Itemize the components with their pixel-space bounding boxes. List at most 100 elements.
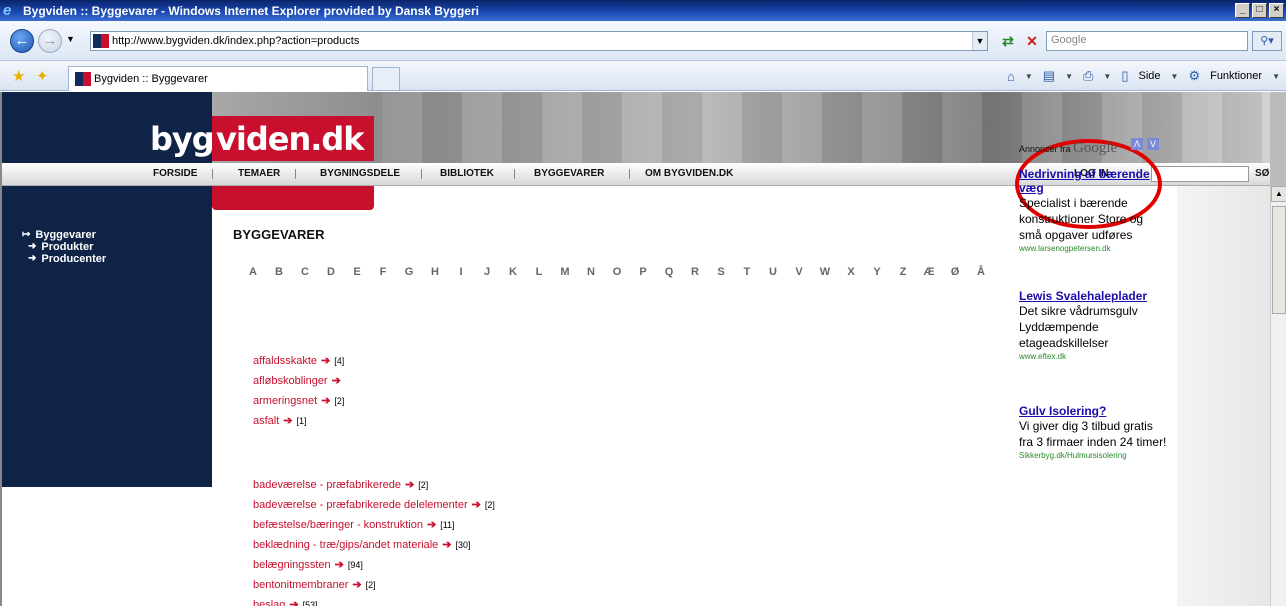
product-link[interactable]: asfalt bbox=[253, 415, 279, 427]
feeds-icon[interactable]: ▤ bbox=[1043, 68, 1055, 84]
site-search-button[interactable]: SØG bbox=[1255, 168, 1270, 179]
ad-title-link[interactable]: Gulv Isolering? bbox=[1019, 404, 1169, 418]
side-menu[interactable]: Side bbox=[1138, 70, 1160, 82]
letter-filter-link[interactable]: Z bbox=[896, 266, 910, 278]
forward-button[interactable]: → bbox=[38, 29, 62, 53]
letter-filter-link[interactable]: P bbox=[636, 266, 650, 278]
letter-filter-link[interactable]: L bbox=[532, 266, 546, 278]
print-dropdown-icon[interactable]: ▼ bbox=[1103, 72, 1111, 81]
search-input[interactable]: Google bbox=[1046, 31, 1248, 51]
letter-filter-link[interactable]: W bbox=[818, 266, 832, 278]
product-link[interactable]: beklædning - træ/gips/andet materiale bbox=[253, 539, 438, 551]
ad-title-link[interactable]: Lewis Svalehaleplader bbox=[1019, 289, 1169, 303]
product-row[interactable]: befæstelse/bæringer - konstruktion ➔ [11] bbox=[253, 515, 495, 535]
product-link[interactable]: badeværelse - præfabrikerede bbox=[253, 479, 401, 491]
close-button[interactable]: × bbox=[1269, 3, 1284, 18]
back-button[interactable]: ← bbox=[10, 29, 34, 53]
logo-byg[interactable]: byg bbox=[150, 120, 215, 158]
address-input[interactable]: http://www.bygviden.dk/index.php?action=… bbox=[112, 35, 972, 47]
letter-filter-link[interactable]: G bbox=[402, 266, 416, 278]
letter-filter-link[interactable]: B bbox=[272, 266, 286, 278]
product-row[interactable]: badeværelse - præfabrikerede delelemente… bbox=[253, 495, 495, 515]
letter-filter-link[interactable]: H bbox=[428, 266, 442, 278]
sidebar-item-byggevarer[interactable]: ↦ Byggevarer bbox=[22, 229, 106, 241]
ad-url[interactable]: www.larsenogpetersen.dk bbox=[1019, 243, 1169, 254]
product-link[interactable]: afløbskoblinger bbox=[253, 375, 328, 387]
sidebar-item-produkter[interactable]: ➜ Produkter bbox=[22, 241, 106, 253]
letter-filter-link[interactable]: I bbox=[454, 266, 468, 278]
letter-filter-link[interactable]: Ø bbox=[948, 266, 962, 278]
ad-item[interactable]: Nedrivning af bærende væg Specialist i b… bbox=[1019, 167, 1169, 254]
funktioner-menu[interactable]: Funktioner bbox=[1210, 70, 1262, 82]
product-link[interactable]: armeringsnet bbox=[253, 395, 317, 407]
letter-filter-link[interactable]: E bbox=[350, 266, 364, 278]
ad-url[interactable]: Sikkerbyg.dk/Hulmursisolering bbox=[1019, 450, 1169, 461]
letter-filter-link[interactable]: K bbox=[506, 266, 520, 278]
nav-bygningsdele[interactable]: BYGNINGSDELE bbox=[320, 168, 400, 179]
sidebar-item-producenter[interactable]: ➜ Producenter bbox=[22, 253, 106, 265]
add-favorites-icon[interactable]: ✦ bbox=[36, 67, 49, 85]
product-link[interactable]: affaldsskakte bbox=[253, 355, 317, 367]
vertical-scrollbar[interactable]: ▲ bbox=[1270, 186, 1286, 606]
minimize-button[interactable]: _ bbox=[1235, 3, 1250, 18]
product-row[interactable]: beklædning - træ/gips/andet materiale ➔ [3… bbox=[253, 535, 495, 555]
nav-temaer[interactable]: TEMAER bbox=[238, 168, 280, 179]
ad-next-icon[interactable]: V bbox=[1147, 138, 1159, 150]
ad-item[interactable]: Lewis Svalehaleplader Det sikre vådrumsg… bbox=[1019, 289, 1169, 362]
product-row[interactable]: badeværelse - præfabrikerede ➔ [2] bbox=[253, 475, 495, 495]
nav-byggevarer[interactable]: BYGGEVARER bbox=[534, 168, 604, 179]
funktioner-dropdown-icon[interactable]: ▼ bbox=[1272, 72, 1280, 81]
nav-forside[interactable]: FORSIDE bbox=[153, 168, 197, 179]
letter-filter-link[interactable]: A bbox=[246, 266, 260, 278]
product-link[interactable]: beslag bbox=[253, 599, 285, 606]
ad-prev-icon[interactable]: Λ bbox=[1131, 138, 1143, 150]
ad-url[interactable]: www.eftex.dk bbox=[1019, 351, 1169, 362]
letter-filter-link[interactable]: F bbox=[376, 266, 390, 278]
address-bar[interactable]: http://www.bygviden.dk/index.php?action=… bbox=[90, 31, 988, 51]
maximize-button[interactable]: □ bbox=[1252, 3, 1267, 18]
tab-bygviden[interactable]: Bygviden :: Byggevarer bbox=[68, 66, 368, 91]
letter-filter-link[interactable]: J bbox=[480, 266, 494, 278]
letter-filter-link[interactable]: X bbox=[844, 266, 858, 278]
product-row[interactable]: bentonitmembraner ➔ [2] bbox=[253, 575, 495, 595]
letter-filter-link[interactable]: C bbox=[298, 266, 312, 278]
product-link[interactable]: badeværelse - præfabrikerede delelemente… bbox=[253, 499, 468, 511]
letter-filter-link[interactable]: Æ bbox=[922, 266, 936, 278]
letter-filter-link[interactable]: N bbox=[584, 266, 598, 278]
product-row[interactable]: belægningssten ➔ [94] bbox=[253, 555, 495, 575]
print-icon[interactable]: ⎙ bbox=[1083, 68, 1093, 84]
nav-bibliotek[interactable]: BIBLIOTEK bbox=[440, 168, 494, 179]
new-tab-button[interactable] bbox=[372, 67, 400, 91]
history-dropdown-icon[interactable]: ▼ bbox=[66, 34, 75, 44]
letter-filter-link[interactable]: R bbox=[688, 266, 702, 278]
letter-filter-link[interactable]: O bbox=[610, 266, 624, 278]
product-row[interactable]: armeringsnet ➔ [2] bbox=[253, 391, 345, 411]
letter-filter-link[interactable]: U bbox=[766, 266, 780, 278]
product-link[interactable]: befæstelse/bæringer - konstruktion bbox=[253, 519, 423, 531]
letter-filter-link[interactable]: T bbox=[740, 266, 754, 278]
nav-om-bygviden[interactable]: OM BYGVIDEN.DK bbox=[645, 168, 733, 179]
home-dropdown-icon[interactable]: ▼ bbox=[1025, 72, 1033, 81]
letter-filter-link[interactable]: Å bbox=[974, 266, 988, 278]
product-link[interactable]: belægningssten bbox=[253, 559, 331, 571]
product-row[interactable]: beslag ➔ [53] bbox=[253, 595, 495, 606]
product-row[interactable]: afløbskoblinger ➔ bbox=[253, 371, 345, 391]
google-logo[interactable]: Google bbox=[1073, 140, 1117, 156]
ad-item[interactable]: Gulv Isolering? Vi giver dig 3 tilbud gr… bbox=[1019, 404, 1169, 461]
search-button[interactable]: ⚲▾ bbox=[1252, 31, 1282, 51]
product-row[interactable]: asfalt ➔ [1] bbox=[253, 411, 345, 431]
stop-button[interactable]: ✕ bbox=[1022, 31, 1042, 51]
scroll-thumb[interactable] bbox=[1272, 206, 1286, 314]
product-link[interactable]: bentonitmembraner bbox=[253, 579, 348, 591]
favorites-star-icon[interactable]: ★ bbox=[12, 67, 25, 85]
feeds-dropdown-icon[interactable]: ▼ bbox=[1065, 72, 1073, 81]
logo-viden[interactable]: viden.dk bbox=[216, 120, 365, 158]
letter-filter-link[interactable]: M bbox=[558, 266, 572, 278]
ad-title-link[interactable]: Nedrivning af bærende væg bbox=[1019, 167, 1169, 195]
address-dropdown-icon[interactable]: ▼ bbox=[972, 32, 987, 50]
letter-filter-link[interactable]: V bbox=[792, 266, 806, 278]
letter-filter-link[interactable]: D bbox=[324, 266, 338, 278]
side-dropdown-icon[interactable]: ▼ bbox=[1171, 72, 1179, 81]
letter-filter-link[interactable]: S bbox=[714, 266, 728, 278]
refresh-button[interactable]: ⇄ bbox=[998, 31, 1018, 51]
